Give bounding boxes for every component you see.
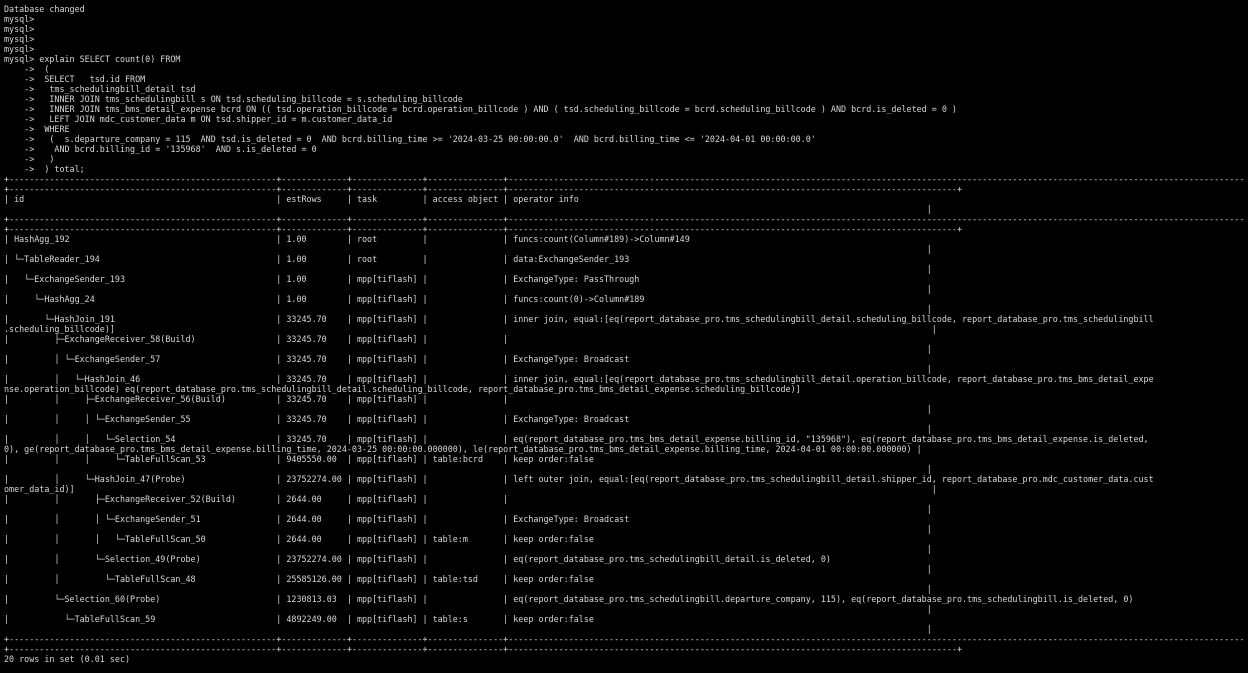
terminal-line: -> ) bbox=[4, 154, 55, 164]
terminal-line: | bbox=[4, 204, 932, 214]
terminal-line: +---------------------------------------… bbox=[4, 644, 963, 654]
terminal-line: -> INNER JOIN tms_schedulingbill s ON ts… bbox=[4, 94, 463, 104]
terminal-line: | └─HashAgg_24 | 1.00 | mpp[tiflash] | |… bbox=[4, 294, 645, 304]
terminal-line: | │ │ └─Selection_54 | 33245.70 | mpp[ti… bbox=[4, 434, 1149, 444]
terminal-line: | │ ├─ExchangeReceiver_56(Build) | 33245… bbox=[4, 394, 509, 404]
terminal-line: | HashAgg_192 | 1.00 | root | | funcs:co… bbox=[4, 234, 690, 244]
terminal-line: -> WHERE bbox=[4, 124, 70, 134]
terminal-line: | │ └─HashJoin_46 | 33245.70 | mpp[tifla… bbox=[4, 374, 1154, 384]
terminal-line: | │ └─TableFullScan_48 | 25585126.00 | m… bbox=[4, 574, 594, 584]
terminal-line: | bbox=[4, 364, 932, 374]
terminal-line: | │ │ └─TableFullScan_50 | 2644.00 | mpp… bbox=[4, 534, 594, 544]
terminal-line: | │ └─ExchangeSender_57 | 33245.70 | mpp… bbox=[4, 354, 630, 364]
terminal-line: | bbox=[4, 584, 932, 594]
terminal-line: | bbox=[4, 604, 932, 614]
terminal-line: mysql> bbox=[4, 34, 35, 44]
terminal-line: omer_data_id)] | bbox=[4, 484, 937, 494]
terminal-line: +---------------------------------------… bbox=[4, 184, 963, 194]
terminal-line: | bbox=[4, 624, 932, 634]
terminal-line: | ├─ExchangeReceiver_58(Build) | 33245.7… bbox=[4, 334, 509, 344]
terminal-line: -> LEFT JOIN mdc_customer_data m ON tsd.… bbox=[4, 114, 393, 124]
terminal-line: 0), ge(report_database_pro.tms_bms_detai… bbox=[4, 444, 922, 454]
terminal-line: | │ │ └─ExchangeSender_55 | 33245.70 | m… bbox=[4, 414, 630, 424]
terminal-line: | bbox=[4, 424, 932, 434]
terminal-line: +---------------------------------------… bbox=[4, 224, 963, 234]
terminal-line: -> tms_schedulingbill_detail tsd bbox=[4, 84, 196, 94]
terminal-line: | bbox=[4, 524, 932, 534]
terminal-line: | │ │ └─ExchangeSender_51 | 2644.00 | mp… bbox=[4, 514, 630, 524]
terminal-line: +---------------------------------------… bbox=[4, 634, 1244, 644]
terminal-window[interactable]: Database changed mysql> mysql> mysql> mysql>… bbox=[4, 4, 1244, 669]
terminal-line: .scheduling_billcode)] | bbox=[4, 324, 937, 334]
terminal-line: mysql> bbox=[4, 24, 35, 34]
terminal-line: | id | estRows | task | access object | … bbox=[4, 194, 579, 204]
terminal-line: | └─TableReader_194 | 1.00 | root | | da… bbox=[4, 254, 630, 264]
terminal-line: | └─HashJoin_191 | 33245.70 | mpp[tiflas… bbox=[4, 314, 1154, 324]
terminal-line: -> INNER JOIN tms_bms_detail_expense bcr… bbox=[4, 104, 957, 114]
terminal-line: +---------------------------------------… bbox=[4, 214, 1244, 224]
terminal-line: -> SELECT tsd.id FROM bbox=[4, 74, 146, 84]
terminal-line: mysql> bbox=[4, 14, 35, 24]
terminal-line: -> ( bbox=[4, 64, 50, 74]
terminal-line: | bbox=[4, 544, 932, 554]
terminal-line: | │ ├─ExchangeReceiver_52(Build) | 2644.… bbox=[4, 494, 509, 504]
terminal-line: | │ └─HashJoin_47(Probe) | 23752274.00 |… bbox=[4, 474, 1154, 484]
terminal-line: | bbox=[4, 284, 932, 294]
terminal-line: | bbox=[4, 464, 932, 474]
terminal-line: Database changed bbox=[4, 4, 85, 14]
terminal-line: -> AND bcrd.billing_id = '135968' AND s.… bbox=[4, 144, 317, 154]
terminal-line: | └─TableFullScan_59 | 4892249.00 | mpp[… bbox=[4, 614, 594, 624]
terminal-line: -> ( s.departure_company = 115 AND tsd.i… bbox=[4, 134, 816, 144]
terminal-line: nse.operation_billcode) eq(report_databa… bbox=[4, 384, 801, 394]
terminal-line: +---------------------------------------… bbox=[4, 174, 1244, 184]
terminal-line: | bbox=[4, 304, 932, 314]
terminal-line: -> ) total; bbox=[4, 164, 85, 174]
terminal-line: | bbox=[4, 244, 932, 254]
terminal-line: | bbox=[4, 344, 932, 354]
terminal-line: | bbox=[4, 564, 932, 574]
terminal-line: mysql> bbox=[4, 44, 35, 54]
terminal-line: mysql> explain SELECT count(0) FROM bbox=[4, 54, 181, 64]
terminal-line: | │ └─Selection_49(Probe) | 23752274.00 … bbox=[4, 554, 831, 564]
terminal-line: 20 rows in set (0.01 sec) bbox=[4, 654, 131, 664]
terminal-line: | bbox=[4, 404, 932, 414]
terminal-line: | bbox=[4, 264, 932, 274]
terminal-line: | └─ExchangeSender_193 | 1.00 | mpp[tifl… bbox=[4, 274, 640, 284]
terminal-line: | │ │ └─TableFullScan_53 | 9405550.00 | … bbox=[4, 454, 594, 464]
terminal-line: | bbox=[4, 504, 932, 514]
terminal-line: | └─Selection_60(Probe) | 1230813.03 | m… bbox=[4, 594, 1134, 604]
